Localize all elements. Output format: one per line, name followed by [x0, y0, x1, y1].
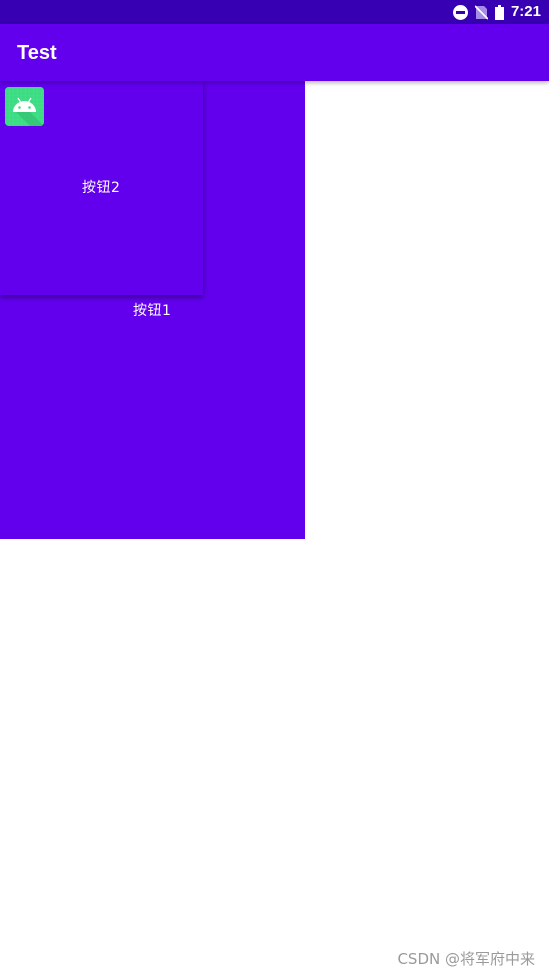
android-app-icon	[5, 87, 44, 126]
status-bar: 7:21	[0, 0, 549, 24]
app-title: Test	[17, 42, 57, 64]
watermark: CSDN @将军府中来	[397, 950, 535, 968]
button-2-label: 按钮2	[82, 180, 121, 196]
app-bar: Test	[0, 24, 549, 81]
button-1-label: 按钮1	[133, 303, 172, 319]
status-clock: 7:21	[510, 3, 541, 20]
button-2[interactable]: 按钮2	[0, 81, 203, 295]
no-sim-icon	[474, 4, 488, 20]
app-screen: 7:21 Test 按钮1 按钮2 CSDN @将军府中来	[0, 0, 549, 976]
do-not-disturb-icon	[452, 4, 468, 20]
status-icons: 7:21	[452, 3, 541, 21]
battery-icon	[494, 4, 504, 20]
